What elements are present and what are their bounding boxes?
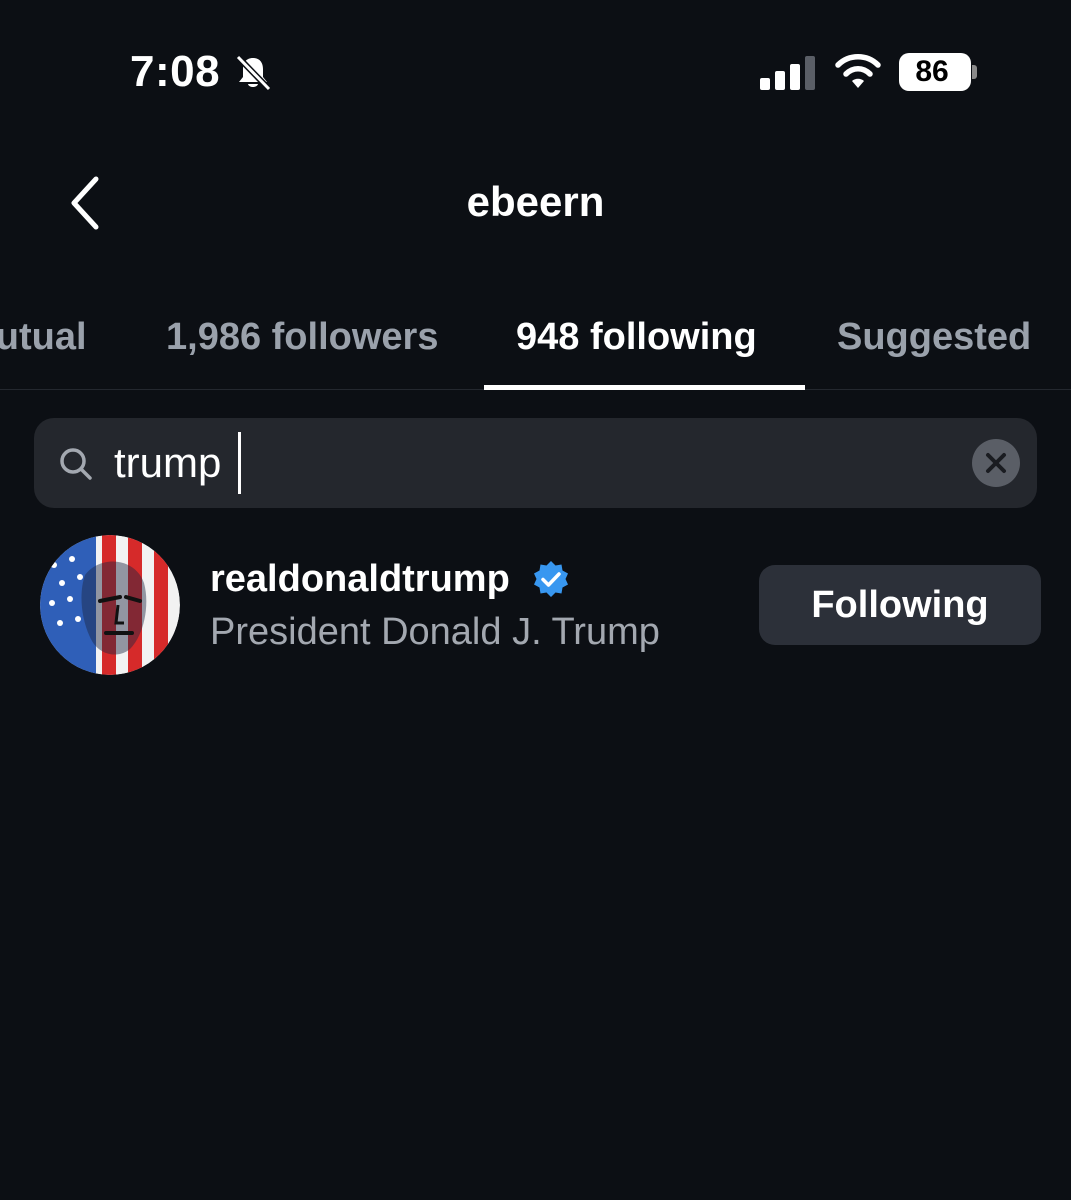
clear-search-button[interactable] [972, 439, 1020, 487]
tab-following[interactable]: 948 following [516, 312, 757, 362]
tab-active-indicator [484, 385, 805, 390]
result-full-name: President Donald J. Trump [210, 611, 660, 653]
wifi-icon [835, 54, 881, 88]
tab-mutual[interactable]: mutual [0, 312, 87, 362]
cellular-signal-icon [760, 56, 815, 90]
following-list-screen: 7:08 86 ebeern mutual 1,986 followers 94… [0, 0, 1071, 1200]
page-title: ebeern [466, 178, 605, 225]
verified-badge-icon [534, 561, 568, 597]
battery-icon: 86 [899, 53, 971, 91]
avatar[interactable] [40, 535, 180, 675]
following-button[interactable]: Following [759, 565, 1041, 645]
bell-slash-icon [235, 54, 272, 92]
search-bar[interactable] [34, 418, 1037, 508]
result-username[interactable]: realdonaldtrump [210, 556, 510, 602]
text-caret [238, 432, 241, 494]
clear-icon [986, 453, 1006, 473]
status-time: 7:08 [130, 47, 221, 96]
profile-picture [40, 535, 180, 675]
battery-nub [972, 65, 977, 79]
search-icon [60, 448, 92, 480]
battery-level: 86 [915, 55, 949, 88]
tab-followers[interactable]: 1,986 followers [166, 312, 438, 362]
tab-suggested[interactable]: Suggested [837, 312, 1031, 362]
